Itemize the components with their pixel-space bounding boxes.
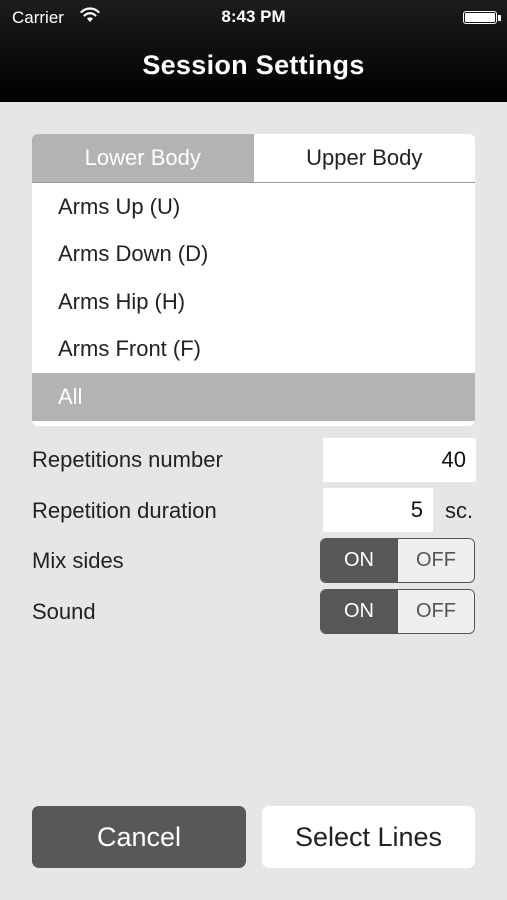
exercise-selector: Lower Body Upper Body Arms Up (U) Arms D… [32,134,475,426]
sound-on[interactable]: ON [321,590,397,633]
sound-off[interactable]: OFF [397,590,474,633]
battery-icon [463,11,497,24]
mix-sides-off[interactable]: OFF [397,539,474,582]
duration-label: Repetition duration [32,498,217,523]
option-arms-front[interactable]: Arms Front (F) [32,326,475,374]
option-arms-hip[interactable]: Arms Hip (H) [32,278,475,326]
navigation-bar: Carrier 8:43 PM Session Settings [0,0,507,102]
option-arms-down[interactable]: Arms Down (D) [32,231,475,279]
mix-sides-label: Mix sides [32,548,124,573]
battery-tip [498,15,501,21]
option-arms-up[interactable]: Arms Up (U) [32,183,475,231]
segmented-control: Lower Body Upper Body [32,134,475,183]
cancel-button[interactable]: Cancel [32,806,246,868]
mix-sides-toggle[interactable]: ON OFF [320,538,475,583]
repetitions-input[interactable]: 40 [323,438,476,482]
select-lines-button[interactable]: Select Lines [262,806,475,868]
tab-lower-body[interactable]: Lower Body [32,134,254,182]
clock: 8:43 PM [221,7,286,26]
sound-label: Sound [32,599,96,624]
duration-unit: sc. [445,498,474,523]
page-title: Session Settings [142,50,365,80]
sound-toggle[interactable]: ON OFF [320,589,475,634]
mix-sides-on[interactable]: ON [321,539,397,582]
duration-input[interactable]: 5 [323,488,433,532]
status-bar: Carrier 8:43 PM [0,0,507,34]
repetitions-label: Repetitions number [32,447,223,472]
option-all[interactable]: All [32,373,475,421]
tab-upper-body[interactable]: Upper Body [253,134,475,182]
